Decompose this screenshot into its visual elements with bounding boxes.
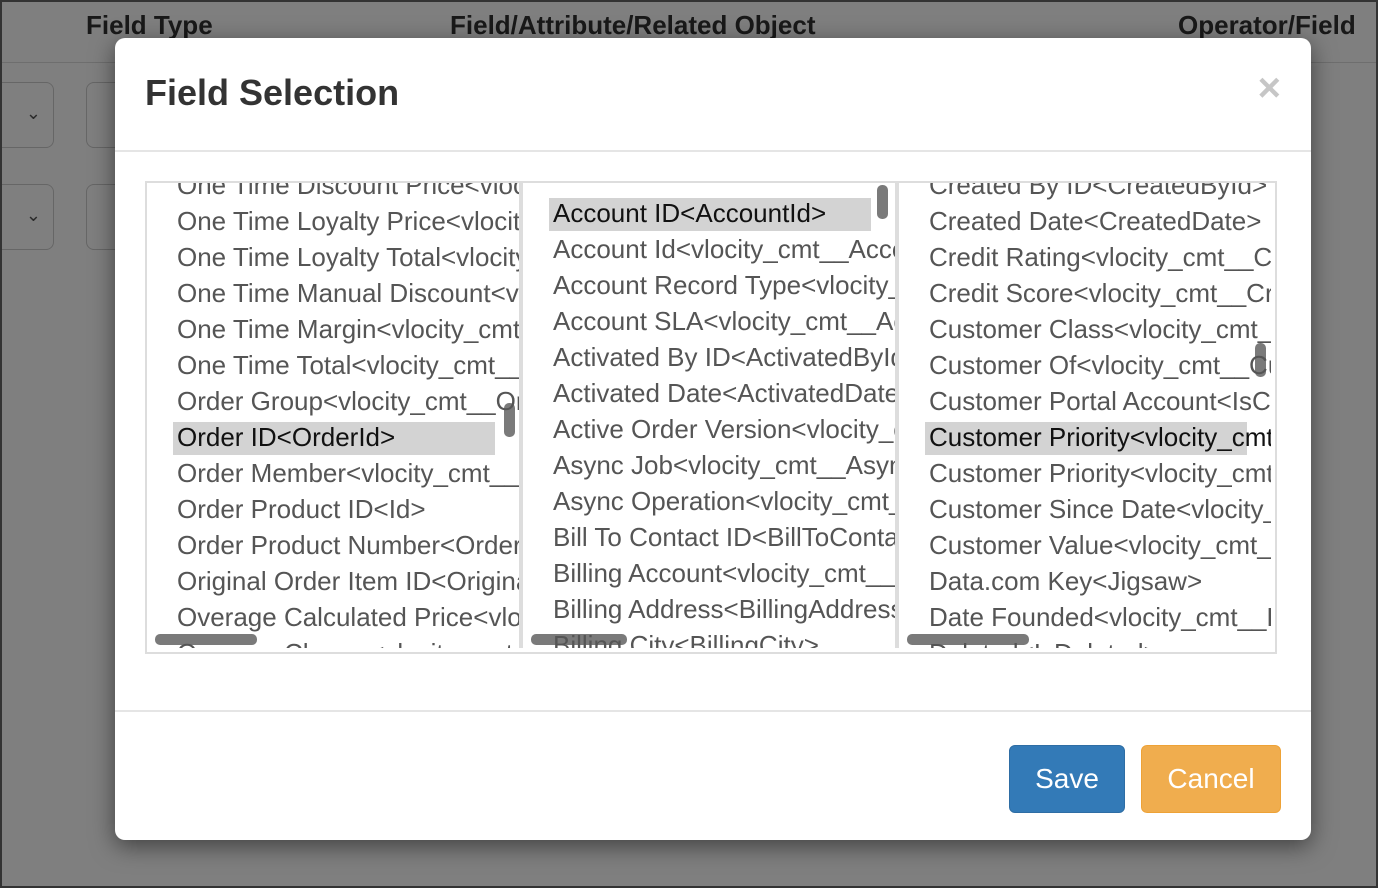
list-option[interactable]: Credit Rating<vlocity_cmt__CreditRating_… — [901, 239, 1271, 275]
list-option[interactable]: Customer Priority<vlocity_cmt__CustomerP… — [901, 419, 1271, 455]
list-option[interactable]: Customer Of<vlocity_cmt__CustomerOf__c> — [901, 347, 1271, 383]
list-option[interactable]: Async Operation<vlocity_cmt__AsyncOperat… — [525, 483, 895, 519]
list-option[interactable]: Async Job<vlocity_cmt__AsyncJobId__c> — [525, 447, 895, 483]
cancel-button[interactable]: Cancel — [1141, 745, 1281, 813]
list-option[interactable]: Order Group<vlocity_cmt__OrderGroupId__c… — [149, 383, 519, 419]
list-option[interactable]: Original Order Item ID<OriginalOrderItem… — [149, 563, 519, 599]
list-option[interactable]: Order ID<OrderId> — [149, 419, 519, 455]
list-option[interactable]: Billing City<BillingCity> — [525, 627, 895, 648]
list-divider — [895, 183, 899, 648]
list-option[interactable]: Billing Address<BillingAddress> — [525, 591, 895, 627]
list-option[interactable]: One Time Margin<vlocity_cmt__OneTimeMarg… — [149, 311, 519, 347]
list-option[interactable]: Customer Since Date<vlocity_cmt__Custome… — [901, 491, 1271, 527]
list-option[interactable]: Account Id<vlocity_cmt__AccountId__c> — [525, 231, 895, 267]
list-option[interactable]: Activated Date<ActivatedDate> — [525, 375, 895, 411]
list-option[interactable]: Customer Class<vlocity_cmt__CustomerClas… — [901, 311, 1271, 347]
list-option[interactable]: Overage Calculated Price<vlocity_cmt__Ov… — [149, 599, 519, 635]
attribute-field-list[interactable]: Created By ID<CreatedById> Created Date<C… — [901, 183, 1271, 648]
list-option[interactable]: Order Product ID<Id> — [149, 491, 519, 527]
modal-footer: Save Cancel — [115, 710, 1311, 842]
list-options: Account ID<AccountId> Account Id<vlocity_… — [525, 195, 895, 648]
list-option[interactable]: Activated By ID<ActivatedById> — [525, 339, 895, 375]
list-option[interactable]: One Time Loyalty Total<vlocity_cmt__OneT… — [149, 239, 519, 275]
field-selection-modal: Field Selection × One Time Discount Pric… — [115, 38, 1311, 840]
list-option[interactable]: One Time Total<vlocity_cmt__OneTimeTotal… — [149, 347, 519, 383]
modal-header: Field Selection × — [115, 38, 1311, 152]
list-options: One Time Discount Price<vlocity_cmt__One… — [149, 183, 519, 648]
list-option[interactable]: Billing Account<vlocity_cmt__BillingAcco… — [525, 555, 895, 591]
list-option[interactable]: Created By ID<CreatedById> — [901, 183, 1271, 203]
list-option[interactable]: Credit Score<vlocity_cmt__CreditScore__c… — [901, 275, 1271, 311]
list-option[interactable]: Customer Portal Account<IsCustomerPortal… — [901, 383, 1271, 419]
list-option[interactable]: Account ID<AccountId> — [525, 195, 895, 231]
field-lists: One Time Discount Price<vlocity_cmt__One… — [145, 181, 1277, 654]
list-option[interactable]: Customer Priority<vlocity_cmt__CustomerP… — [901, 455, 1271, 491]
list-option[interactable]: Date Founded<vlocity_cmt__DateFounded__c… — [901, 599, 1271, 635]
list-options: Created By ID<CreatedById> Created Date<C… — [901, 183, 1271, 648]
list-option[interactable]: Data.com Key<Jigsaw> — [901, 563, 1271, 599]
related-object-list[interactable]: Account ID<AccountId> Account Id<vlocity_… — [525, 183, 895, 648]
list-option[interactable]: One Time Discount Price<vlocity_cmt__One… — [149, 183, 519, 203]
list-option[interactable]: Bill To Contact ID<BillToContactId> — [525, 519, 895, 555]
list-divider — [519, 183, 523, 648]
close-icon[interactable]: × — [1258, 68, 1281, 108]
save-button[interactable]: Save — [1009, 745, 1125, 813]
list-option[interactable]: Customer Value<vlocity_cmt__CustomerValu… — [901, 527, 1271, 563]
vertical-scrollbar[interactable] — [877, 185, 888, 219]
object-field-list[interactable]: One Time Discount Price<vlocity_cmt__One… — [149, 183, 519, 648]
list-option[interactable]: Account SLA<vlocity_cmt__AccountSLA__c> — [525, 303, 895, 339]
list-option[interactable]: Created Date<CreatedDate> — [901, 203, 1271, 239]
list-option[interactable]: Active Order Version<vlocity_cmt__Active… — [525, 411, 895, 447]
list-option[interactable]: Order Member<vlocity_cmt__OrderMemberId_… — [149, 455, 519, 491]
list-option[interactable]: One Time Loyalty Price<vlocity_cmt__OneT… — [149, 203, 519, 239]
list-option[interactable]: Account Record Type<vlocity_cmt__Account… — [525, 267, 895, 303]
modal-title: Field Selection — [145, 72, 400, 113]
list-option[interactable]: Order Product Number<OrderItemNumber> — [149, 527, 519, 563]
list-option[interactable]: One Time Manual Discount<vlocity_cmt__On… — [149, 275, 519, 311]
